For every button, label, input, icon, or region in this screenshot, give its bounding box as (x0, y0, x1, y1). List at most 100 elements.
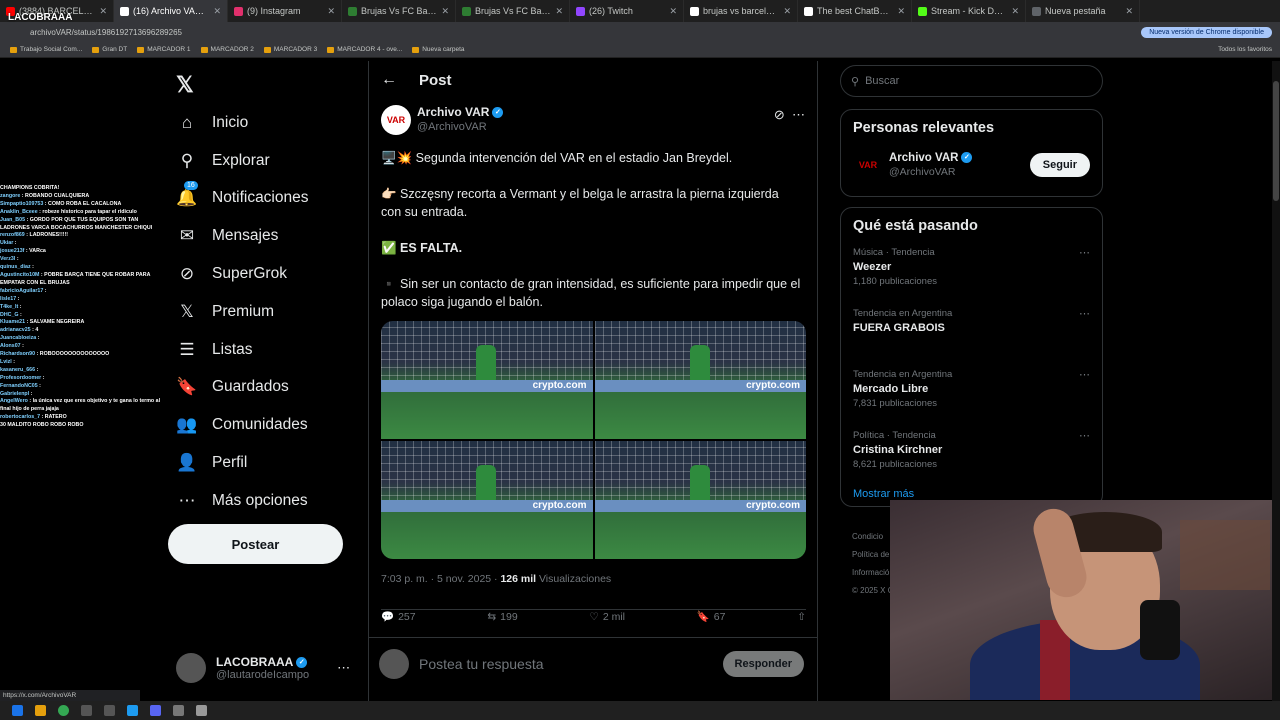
browser-tab[interactable]: Brujas Vs FC Barcelona - Resu ✕ (342, 0, 456, 22)
chrome-update-button[interactable]: Nueva versión de Chrome disponible (1141, 26, 1272, 38)
more-icon[interactable]: ⋯ (1079, 429, 1090, 442)
bookmark-item[interactable]: Gran DT (92, 46, 127, 53)
browser-tab[interactable]: (16) Archivo VAR en X: " ✕ (114, 0, 228, 22)
close-icon[interactable]: ✕ (669, 6, 677, 17)
bookmark-item[interactable]: MARCADOR 2 (200, 46, 254, 53)
nav-item-inicio[interactable]: ⌂ Inicio (176, 104, 366, 142)
nav-item-mensajes[interactable]: ✉ Mensajes (176, 217, 366, 255)
scrollbar[interactable] (1272, 61, 1280, 701)
chat-username: Juancabloeiza (0, 335, 37, 342)
browser-tab[interactable]: (9) Instagram ✕ (228, 0, 342, 22)
chat-message: T4ke_It : (0, 304, 168, 312)
trend-posts: 8,621 publicaciones (853, 459, 937, 470)
close-icon[interactable]: ✕ (897, 6, 905, 17)
close-icon[interactable]: ✕ (99, 6, 107, 17)
like-button[interactable]: ♡ 2 mil (589, 610, 625, 623)
post-image[interactable]: crypto.com (594, 321, 806, 439)
relevant-name[interactable]: Archivo VAR (889, 152, 958, 164)
panel-title: Qué está pasando (853, 218, 978, 234)
more-icon[interactable]: ⋯ (1079, 368, 1090, 381)
post-image[interactable]: crypto.com (381, 441, 593, 559)
trend-item[interactable]: Política · Tendencia Cristina Kirchner 8,6… (841, 427, 1102, 488)
close-icon[interactable]: ✕ (213, 6, 221, 17)
nav-item-premium[interactable]: 𝕏 Premium (176, 293, 366, 331)
nav-item-guardados[interactable]: 🔖 Guardados (176, 369, 366, 407)
nav-item-notificaciones[interactable]: 🔔 16 Notificaciones (176, 180, 366, 218)
avatar[interactable]: VAR (853, 150, 883, 180)
footer-link[interactable]: Política de (852, 546, 893, 564)
author-handle[interactable]: @ArchivoVAR (417, 121, 503, 133)
address-bar[interactable]: archivoVAR/status/1986192713696289265 Nu… (0, 22, 1280, 42)
x-logo-icon[interactable]: 𝕏 (176, 72, 194, 98)
app-icon[interactable] (196, 705, 207, 716)
chrome-icon[interactable] (58, 705, 69, 716)
more-icon[interactable]: ⋯ (1079, 307, 1090, 320)
back-arrow-icon[interactable]: ← (381, 71, 397, 89)
grok-icon[interactable]: ⊘ (774, 107, 785, 122)
bookmark-item[interactable]: Trabajo Social Com... (10, 46, 82, 53)
start-icon[interactable] (12, 705, 23, 716)
reply-input[interactable]: Postea tu respuesta (419, 656, 723, 672)
footer-link[interactable]: Informació (852, 564, 893, 582)
search-input[interactable]: ⚲ Buscar (840, 65, 1103, 97)
browser-tab[interactable]: (26) Twitch ✕ (570, 0, 684, 22)
post-image[interactable]: crypto.com (381, 321, 593, 439)
app-icon[interactable] (173, 705, 184, 716)
follow-button[interactable]: Seguir (1029, 153, 1090, 177)
nav-item-más-opciones[interactable]: ⋯ Más opciones (176, 482, 366, 520)
close-icon[interactable]: ✕ (1011, 6, 1019, 17)
app-icon[interactable] (127, 705, 138, 716)
chat-username: Kluame21 (0, 319, 26, 326)
footer-link[interactable]: Condicio (852, 528, 893, 546)
app-icon[interactable] (104, 705, 115, 716)
tab-favicon-icon (576, 6, 585, 16)
browser-tab[interactable]: Nueva pestaña ✕ (1026, 0, 1140, 22)
repost-button[interactable]: ⇆ 199 (487, 610, 517, 623)
browser-tab[interactable]: brujas vs barcelona - Buscar c✕ (684, 0, 798, 22)
close-icon[interactable]: ✕ (441, 6, 449, 17)
share-button[interactable]: ⇧ (797, 610, 806, 623)
folder-icon[interactable] (35, 705, 46, 716)
chat-message: FernandoNC05 : (0, 383, 168, 391)
discord-icon[interactable] (150, 705, 161, 716)
trend-posts: 1,180 publicaciones (853, 276, 937, 287)
heart-icon: ♡ (589, 610, 599, 623)
chat-username: fabricioAguilar17 (0, 287, 44, 294)
reply-submit-button[interactable]: Responder (722, 650, 804, 677)
browser-tab[interactable]: The best ChatBot and Widget ✕ (798, 0, 912, 22)
account-switcher[interactable]: LACOBRAAA ✓ @lautarodeIcampo ⋯ (176, 650, 356, 686)
nav-item-supergrok[interactable]: ⊘ SuperGrok (176, 255, 366, 293)
bookmark-item[interactable]: MARCADOR 4 - ove... (327, 46, 402, 53)
post-time[interactable]: 7:03 p. m. · 5 nov. 2025 · (381, 573, 500, 585)
bookmark-button[interactable]: 🔖 67 (697, 610, 726, 624)
close-icon[interactable]: ✕ (1125, 6, 1133, 17)
post-button[interactable]: Postear (168, 524, 343, 564)
close-icon[interactable]: ✕ (327, 6, 335, 17)
browser-tab[interactable]: Brujas Vs FC Barcelona - Resu ✕ (456, 0, 570, 22)
author-avatar[interactable]: VAR (381, 105, 411, 135)
close-icon[interactable]: ✕ (555, 6, 563, 17)
browser-tab[interactable]: Stream - Kick Dashboard✕ (912, 0, 1026, 22)
nav-item-listas[interactable]: ☰ Listas (176, 331, 366, 369)
bookmark-item[interactable]: MARCADOR 3 (263, 46, 317, 53)
url-text[interactable]: archivoVAR/status/1986192713696289265 (30, 28, 1141, 37)
all-bookmarks[interactable]: Todos los favoritos (1218, 46, 1272, 53)
app-icon[interactable] (81, 705, 92, 716)
nav-item-perfil[interactable]: 👤 Perfil (176, 444, 366, 482)
close-icon[interactable]: ✕ (783, 6, 791, 17)
post-image[interactable]: crypto.com (594, 441, 806, 559)
bookmark-item[interactable]: Nueva carpeta (412, 46, 465, 53)
nav-item-explorar[interactable]: ⚲ Explorar (176, 142, 366, 180)
trend-item[interactable]: Música · Tendencia Weezer 1,180 publicacio… (841, 244, 1102, 305)
footer-link[interactable]: © 2025 X C (852, 582, 893, 600)
chat-text: : (22, 343, 24, 350)
post-author[interactable]: VAR Archivo VAR ✓ @ArchivoVAR (381, 105, 504, 135)
trend-item[interactable]: Tendencia en Argentina Mercado Libre 7,831… (841, 366, 1102, 427)
trend-item[interactable]: Tendencia en Argentina FUERA GRABOIS ⋯ (841, 305, 1102, 366)
bookmark-item[interactable]: MARCADOR 1 (137, 46, 191, 53)
post-more-icon[interactable]: ⋯ (792, 107, 805, 122)
reply-button[interactable]: 💬 257 (381, 610, 416, 624)
more-icon[interactable]: ⋯ (1079, 246, 1090, 259)
nav-item-comunidades[interactable]: 👥 Comunidades (176, 406, 366, 444)
author-name[interactable]: Archivo VAR (417, 105, 489, 119)
